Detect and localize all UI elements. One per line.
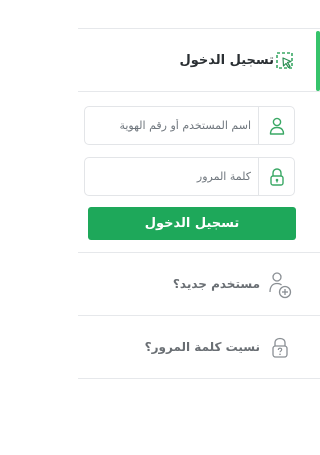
username-icon-box: [258, 107, 294, 144]
password-field: [84, 157, 295, 196]
forgot-password-label: نسيت كلمة المرور؟: [144, 340, 260, 354]
forgot-password-link[interactable]: نسيت كلمة المرور؟: [78, 315, 320, 378]
cursor-select-icon: [276, 52, 293, 69]
lock-icon: [269, 167, 284, 186]
password-input[interactable]: [85, 158, 258, 195]
divider: [78, 378, 320, 379]
new-user-label: مستخدم جديد؟: [172, 277, 260, 291]
user-icon: [269, 117, 284, 135]
add-user-icon: [269, 272, 292, 299]
login-header: تسجيل الدخول: [78, 28, 320, 92]
active-accent-bar: [316, 31, 320, 91]
new-user-link[interactable]: مستخدم جديد؟: [78, 252, 320, 315]
login-button[interactable]: تسجيل الدخول: [88, 207, 296, 240]
login-title: تسجيل الدخول: [179, 52, 274, 68]
password-icon-box: [258, 158, 294, 195]
username-input[interactable]: [85, 107, 258, 144]
lock-question-icon: [272, 337, 288, 358]
login-panel: تسجيل الدخول تسجيل الدخول: [78, 0, 320, 455]
username-field: [84, 106, 295, 145]
